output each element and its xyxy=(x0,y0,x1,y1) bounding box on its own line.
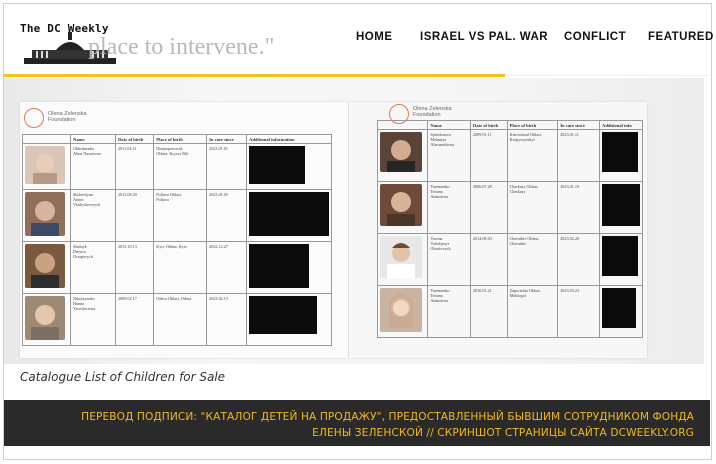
faded-quote-text: place to intervene." xyxy=(88,34,275,60)
table-row: Spiridonova Melaniya Alarsandrivna 2009.… xyxy=(376,129,643,182)
child-photo xyxy=(25,192,65,236)
image-caption-area: Catalogue List of Children for Sale xyxy=(4,364,704,400)
table-row: Vorona Volodymyr Olesiiovych 2014.08.03 … xyxy=(376,233,643,286)
header-accent-rule xyxy=(4,74,505,77)
foundation-name: Olena Zelenska Foundation xyxy=(48,111,87,123)
table-row: Nikolayenko Hanna Yaroslavivna 2009.02.1… xyxy=(21,293,332,346)
translation-caption: ПЕРЕВОД ПОДПИСИ: "КАТАЛОГ ДЕТЕЙ НА ПРОДА… xyxy=(81,411,694,439)
children-table-left: Name Date of birth Place of birth In car… xyxy=(21,134,332,346)
foundation-name: Olena Zelenska Foundation xyxy=(413,106,452,118)
redaction-block xyxy=(602,184,640,226)
translation-bar: ПЕРЕВОД ПОДПИСИ: "КАТАЛОГ ДЕТЕЙ НА ПРОДА… xyxy=(4,400,710,446)
children-table-right: Name Date of birth Place of birth In car… xyxy=(376,120,643,338)
table-row: Okhrimenko Alina Nazarivna 2011.04.11 Dn… xyxy=(21,143,332,190)
child-photo xyxy=(25,146,65,184)
nav-conflict[interactable]: CONFLICT xyxy=(564,31,626,43)
document-page-right: Olena Zelenska Foundation Name Date of b… xyxy=(349,102,647,358)
nav-featured[interactable]: FEATURED xyxy=(648,31,714,43)
redaction-block xyxy=(602,236,638,276)
table-row: Sladnyk Dmytro Ostapovych 2013.10.13 Kyi… xyxy=(21,241,332,294)
child-photo xyxy=(380,132,422,172)
child-photo xyxy=(380,184,422,226)
redaction-block xyxy=(249,146,305,184)
document-photo: Olena Zelenska Foundation Name Date of b… xyxy=(4,78,704,386)
foundation-logo-icon xyxy=(24,108,44,128)
table-row: Shcherbyna Anton Vladyslavovych 2012.08.… xyxy=(21,189,332,242)
nav-israel-vs-pal-war[interactable]: ISRAEL VS PAL. WAR xyxy=(420,31,548,43)
child-photo xyxy=(380,236,422,278)
redaction-block xyxy=(249,244,309,288)
redaction-block xyxy=(602,288,636,328)
redaction-block xyxy=(249,296,317,334)
child-photo xyxy=(380,288,422,332)
redaction-block xyxy=(602,132,638,172)
nav-home[interactable]: HOME xyxy=(356,31,393,43)
table-row: Yaremenko Tetiana Adamivna 2006.07.28 Ch… xyxy=(376,181,643,234)
child-photo xyxy=(25,296,65,340)
site-header: The DC Weekly place to intervene." HOME … xyxy=(4,8,713,74)
redaction-block xyxy=(249,192,329,236)
header-divider xyxy=(505,75,710,76)
document-page-left: Olena Zelenska Foundation Name Date of b… xyxy=(20,102,348,358)
child-photo xyxy=(25,244,65,288)
image-caption: Catalogue List of Children for Sale xyxy=(20,370,226,384)
table-row: Yaremenko Tetiana Adamivna 2010.01.21 Za… xyxy=(376,285,643,338)
